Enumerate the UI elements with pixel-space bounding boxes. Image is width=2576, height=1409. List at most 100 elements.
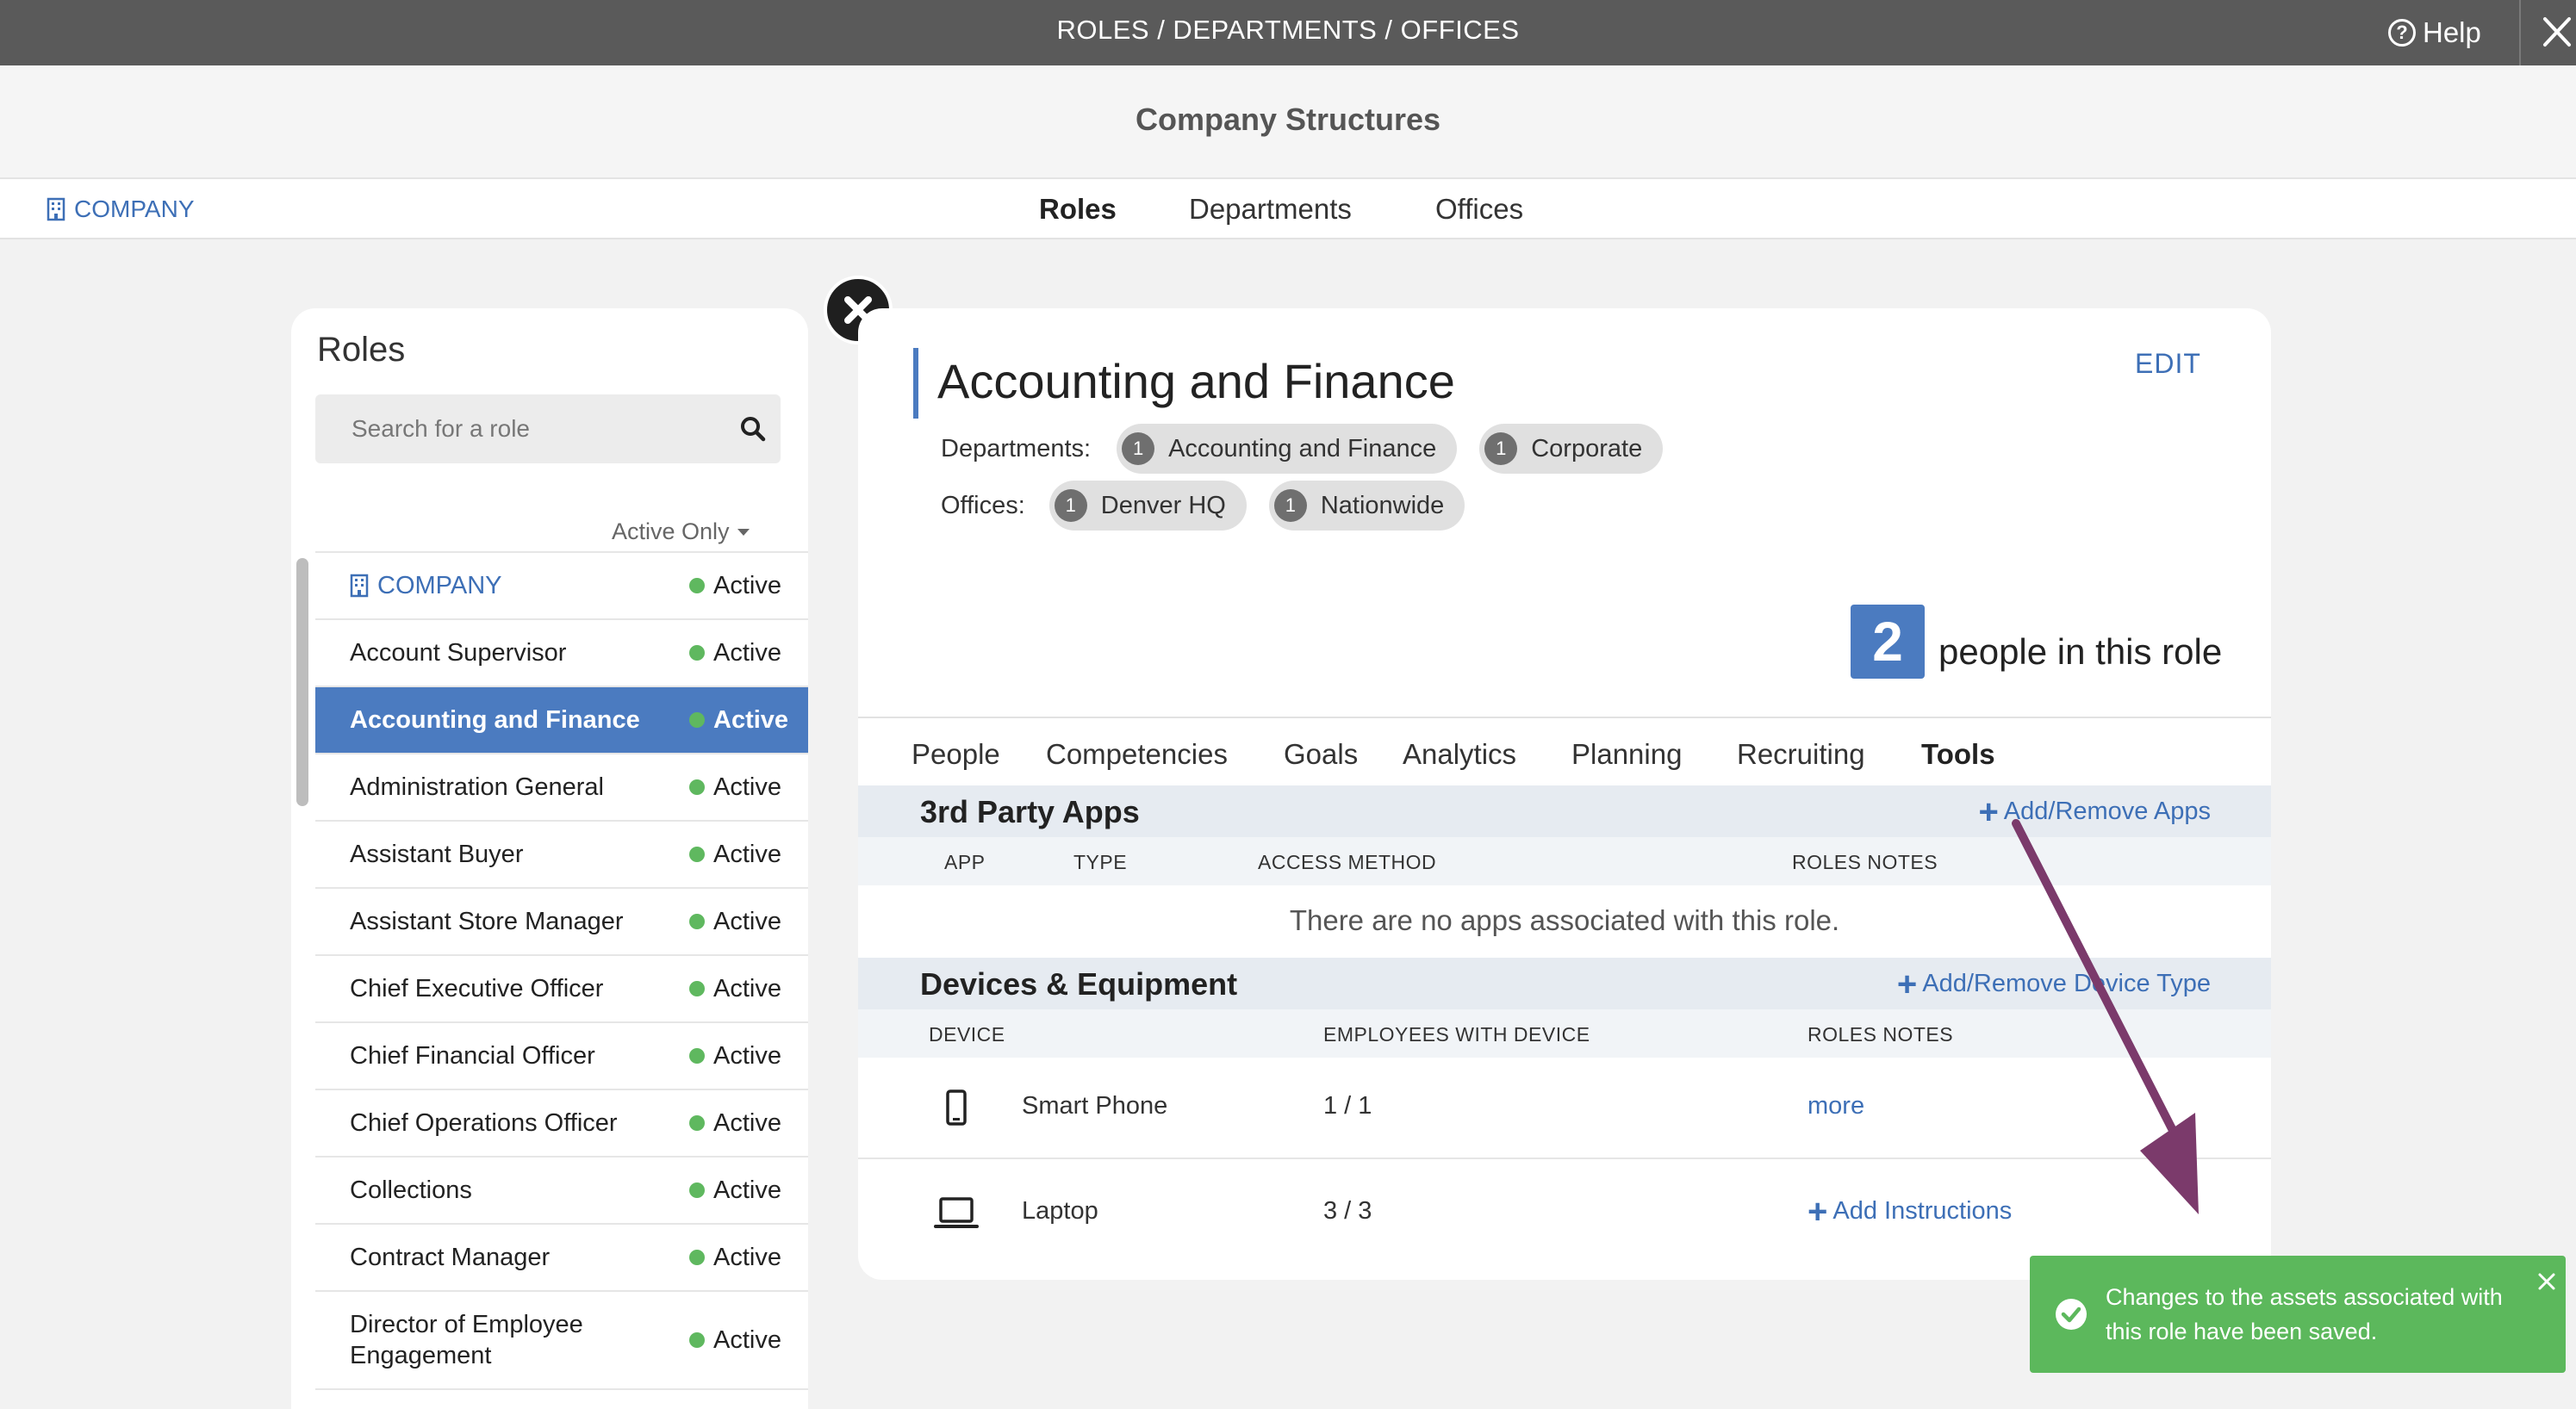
role-item[interactable]: Collections Active: [315, 1156, 808, 1223]
role-name: COMPANY: [377, 571, 502, 599]
tab-departments[interactable]: Departments: [1189, 179, 1352, 239]
role-title: Accounting and Finance: [937, 354, 1455, 408]
office-tag[interactable]: 1 Nationwide: [1268, 481, 1465, 531]
apps-empty-message: There are no apps associated with this r…: [1289, 904, 1840, 936]
role-item[interactable]: Director of Employee Engagement Active: [315, 1290, 808, 1388]
close-icon: [2543, 17, 2571, 47]
edit-role-button[interactable]: EDIT: [2135, 348, 2201, 380]
role-list: COMPANY Active Account Supervisor Active…: [315, 551, 808, 1409]
role-status-label: Active: [713, 1326, 781, 1354]
role-item[interactable]: Assistant Store Manager Active: [315, 887, 808, 954]
tab-planning[interactable]: Planning: [1571, 718, 1682, 791]
active-dot-icon: [689, 1115, 705, 1131]
role-item[interactable]: Chief Executive Officer Active: [315, 954, 808, 1021]
role-item[interactable]: Assistant Buyer Active: [315, 820, 808, 887]
role-search: [315, 394, 781, 463]
column-header: ROLES NOTES: [1808, 1023, 1954, 1046]
active-dot-icon: [689, 712, 705, 728]
apps-section-title: 3rd Party Apps: [920, 794, 1140, 829]
role-name-wrap: COMPANY: [350, 572, 677, 600]
active-dot-icon: [689, 779, 705, 795]
role-status: Active: [689, 1109, 781, 1138]
tab-tools[interactable]: Tools: [1921, 718, 1995, 791]
department-tag[interactable]: 1 Corporate: [1479, 424, 1664, 474]
close-window-button[interactable]: [2536, 5, 2576, 59]
role-status: Active: [689, 841, 781, 869]
role-status-label: Active: [713, 571, 781, 599]
tag-label: Accounting and Finance: [1168, 434, 1437, 462]
active-dot-icon: [689, 645, 705, 661]
tag-count: 1: [1273, 489, 1307, 522]
role-status: Active: [689, 1176, 781, 1205]
apps-section-header: 3rd Party Apps + Add/Remove Apps: [858, 785, 2271, 837]
roles-panel: Roles Active Only COMPANY Active: [291, 308, 808, 1409]
role-item-company[interactable]: COMPANY Active: [315, 551, 808, 618]
role-item[interactable]: Chief Financial Officer Active: [315, 1021, 808, 1089]
role-status-label: Active: [713, 1041, 781, 1070]
tab-roles[interactable]: Roles: [1039, 179, 1117, 239]
toast-message: Changes to the assets associated with th…: [2106, 1284, 2503, 1344]
role-item[interactable]: Administration General Active: [315, 753, 808, 820]
active-dot-icon: [689, 914, 705, 929]
office-tag[interactable]: 1 Denver HQ: [1048, 481, 1247, 531]
departments-label: Departments:: [941, 434, 1092, 462]
building-icon: [47, 197, 65, 221]
role-status-label: Active: [713, 1243, 781, 1271]
topbar-divider: [2519, 0, 2521, 65]
role-item[interactable]: Account Supervisor Active: [315, 618, 808, 686]
role-item[interactable]: [315, 1388, 808, 1409]
role-item-selected[interactable]: Accounting and Finance Active: [315, 686, 808, 753]
add-remove-apps-button[interactable]: + Add/Remove Apps: [1978, 792, 2211, 831]
role-item[interactable]: Chief Operations Officer Active: [315, 1089, 808, 1156]
role-status: Active: [689, 773, 781, 802]
plus-icon: +: [1978, 792, 1999, 831]
devices-table-header: DEVICE EMPLOYEES WITH DEVICE ROLES NOTES: [858, 1009, 2271, 1058]
role-name: Account Supervisor: [350, 638, 567, 667]
tab-analytics[interactable]: Analytics: [1403, 718, 1516, 791]
tag-count: 1: [1054, 489, 1087, 522]
role-status-label: Active: [713, 974, 781, 1002]
role-status: Active: [689, 706, 788, 735]
tag-count: 1: [1484, 432, 1518, 465]
column-header: TYPE: [1073, 851, 1128, 873]
device-notes-more-link[interactable]: more: [1808, 1092, 1864, 1120]
structure-nav: COMPANY Roles Departments Offices: [0, 179, 2576, 239]
apps-table-header: APP TYPE ACCESS METHOD ROLES NOTES: [858, 837, 2271, 885]
help-button[interactable]: ? Help: [2388, 0, 2481, 65]
tag-label: Corporate: [1531, 434, 1643, 462]
role-status: Active: [689, 1244, 781, 1272]
offices-label: Offices:: [941, 491, 1025, 519]
search-icon[interactable]: [737, 413, 768, 444]
add-remove-device-type-button[interactable]: + Add/Remove Device Type: [1897, 967, 2211, 1002]
role-status: Active: [689, 1042, 781, 1071]
tab-goals[interactable]: Goals: [1284, 718, 1358, 791]
active-dot-icon: [689, 1048, 705, 1064]
smartphone-icon: [946, 1089, 967, 1126]
tab-people[interactable]: People: [912, 718, 1000, 791]
roles-scrollbar[interactable]: [296, 558, 308, 806]
role-detail-panel: Accounting and Finance EDIT Departments:…: [858, 308, 2271, 1280]
active-dot-icon: [689, 578, 705, 593]
add-instructions-label: Add Instructions: [1832, 1197, 2013, 1225]
role-status: Active: [689, 975, 781, 1003]
role-status-label: Active: [713, 773, 781, 801]
role-name: Assistant Buyer: [350, 840, 524, 868]
close-icon[interactable]: [2535, 1269, 2559, 1294]
company-link[interactable]: COMPANY: [47, 179, 195, 239]
tab-competencies[interactable]: Competencies: [1046, 718, 1228, 791]
breadcrumb-title: ROLES / DEPARTMENTS / OFFICES: [1056, 15, 1520, 45]
role-name: Chief Operations Officer: [350, 1108, 618, 1137]
tab-recruiting[interactable]: Recruiting: [1737, 718, 1865, 791]
status-filter-dropdown[interactable]: Active Only: [612, 518, 750, 545]
role-item[interactable]: Contract Manager Active: [315, 1223, 808, 1290]
tab-offices[interactable]: Offices: [1435, 179, 1523, 239]
role-name: Administration General: [350, 773, 604, 801]
add-instructions-link[interactable]: + Add Instructions: [1808, 1195, 2013, 1229]
role-search-input[interactable]: [315, 394, 720, 463]
active-dot-icon: [689, 1182, 705, 1198]
devices-section-header: Devices & Equipment + Add/Remove Device …: [858, 958, 2271, 1009]
column-header: EMPLOYEES WITH DEVICE: [1323, 1023, 1590, 1046]
role-name: Chief Financial Officer: [350, 1041, 595, 1070]
department-tag[interactable]: 1 Accounting and Finance: [1117, 424, 1458, 474]
help-icon: ?: [2388, 19, 2416, 47]
